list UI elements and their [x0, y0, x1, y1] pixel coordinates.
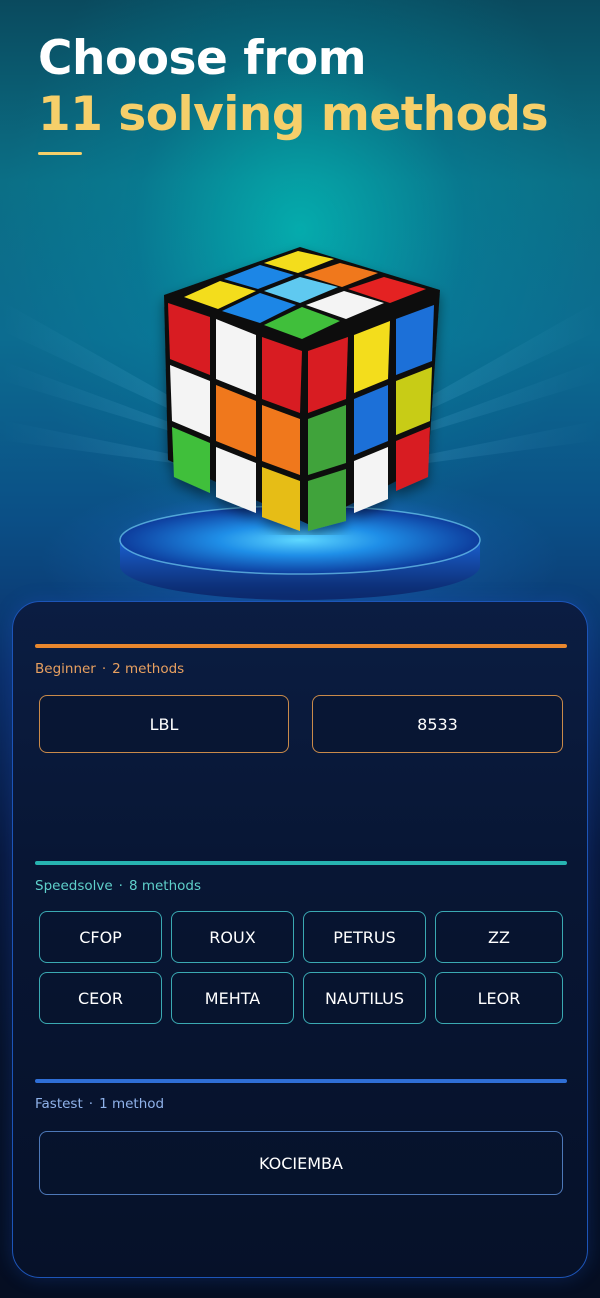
group-fastest-meta: Fastest · 1 method [35, 1095, 567, 1113]
group-beginner-count: 2 methods [112, 661, 185, 677]
method-chip-cfop[interactable]: CFOP [39, 911, 162, 963]
separator-dot: · [88, 1096, 94, 1112]
group-fastest-name: Fastest [35, 1096, 83, 1112]
method-chip-nautilus[interactable]: NAUTILUS [303, 972, 426, 1024]
method-chip-label: KOCIEMBA [259, 1153, 343, 1173]
group-fastest: Fastest · 1 method KOCIEMBA [35, 1079, 567, 1199]
group-beginner: Beginner · 2 methods LBL 8533 [35, 644, 567, 764]
method-chip-label: LBL [149, 714, 179, 734]
separator-dot: · [118, 878, 123, 894]
group-speedsolve-bar [35, 861, 567, 865]
method-chip-label: MEHTA [204, 988, 261, 1008]
method-chip-ceor[interactable]: CEOR [39, 972, 162, 1024]
method-chip-label: ROUX [209, 927, 256, 947]
headline-line-1: Choose from [38, 31, 367, 86]
method-chip-8533[interactable]: 8533 [312, 695, 563, 753]
method-chip-label: 8533 [417, 714, 458, 734]
method-chip-petrus[interactable]: PETRUS [303, 911, 426, 963]
method-chip-label: PETRUS [333, 927, 396, 947]
group-fastest-count: 1 method [99, 1096, 165, 1112]
headline: Choose from 11 solving methods [38, 31, 549, 144]
method-chip-leor[interactable]: LEOR [435, 972, 563, 1024]
group-fastest-bar [35, 1079, 567, 1083]
group-speedsolve: Speedsolve · 8 methods CFOP ROUX PETRUS ZZ… [35, 861, 567, 1031]
separator-dot: · [101, 661, 107, 677]
group-speedsolve-count: 8 methods [128, 878, 202, 894]
method-chip-label: CEOR [78, 988, 123, 1008]
method-chip-kociemba[interactable]: KOCIEMBA [39, 1131, 563, 1195]
method-chip-roux[interactable]: ROUX [171, 911, 294, 963]
method-chip-lbl[interactable]: LBL [39, 695, 289, 753]
group-beginner-meta: Beginner · 2 methods [35, 660, 567, 678]
method-chip-label: LEOR [477, 988, 521, 1008]
group-speedsolve-meta: Speedsolve · 8 methods [35, 877, 567, 895]
group-speedsolve-name: Speedsolve [35, 878, 113, 894]
headline-underline [38, 152, 82, 155]
rubiks-cube-icon [164, 247, 440, 531]
headline-line-2: 11 solving methods [38, 87, 549, 142]
method-chip-zz[interactable]: ZZ [435, 911, 563, 963]
method-chip-label: NAUTILUS [324, 988, 405, 1008]
method-chip-mehta[interactable]: MEHTA [171, 972, 294, 1024]
group-beginner-bar [35, 644, 567, 648]
method-chip-label: ZZ [488, 927, 510, 947]
group-beginner-name: Beginner [35, 661, 96, 677]
methods-panel: Beginner · 2 methods LBL 8533 Speedsolve · 8… [12, 601, 588, 1278]
method-chip-label: CFOP [79, 927, 122, 947]
